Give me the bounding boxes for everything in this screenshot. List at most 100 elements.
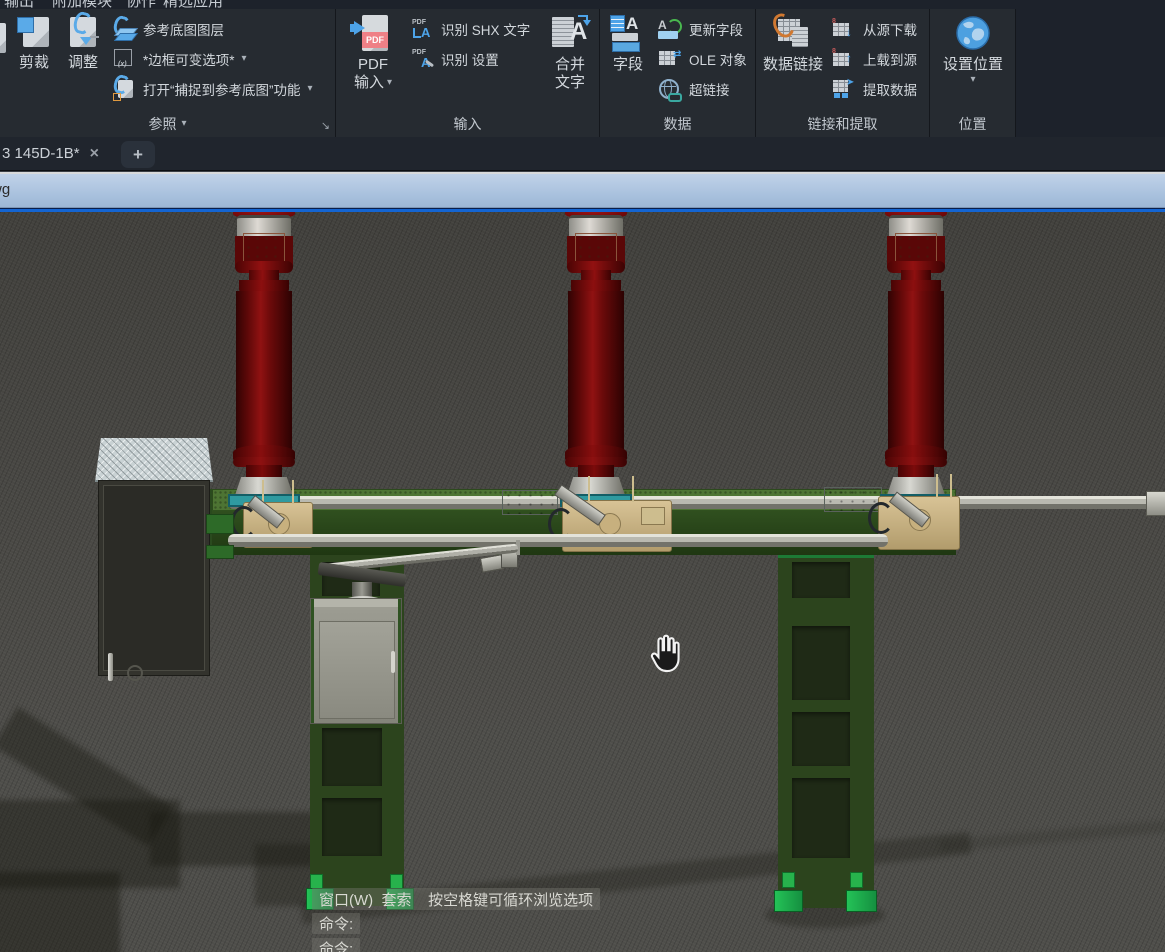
combine-text-icon: A <box>552 15 591 51</box>
adjust-icon <box>66 10 100 49</box>
clip-button[interactable]: 剪裁 <box>12 15 56 72</box>
file-tab-active[interactable]: 3 145D-1B* × <box>0 137 109 170</box>
leg-foot-tab <box>782 872 795 888</box>
clipped-edge-icon <box>0 23 6 57</box>
recognize-shx-item[interactable]: PDF A 识别 SHX 文字 <box>412 14 548 44</box>
mech-cable <box>868 502 894 534</box>
frames-vary-icon: (x) <box>112 48 136 70</box>
clip-label: 剪裁 <box>18 54 49 71</box>
underlay-layers-icon <box>111 14 139 41</box>
document-title-text: wg <box>0 181 11 198</box>
ribbon-tab-collaborate[interactable]: 协作 <box>126 0 156 9</box>
file-tab-label: 3 145D-1B* <box>2 145 80 162</box>
globe-icon <box>956 16 990 50</box>
update-field-icon: A <box>658 18 682 40</box>
ribbon: 输出 附加模块 协作 精选应用 剪裁 调整 参考底图图层 (x) *边框可变选项… <box>0 0 1165 137</box>
download-from-source-item[interactable]: 8 ↓ 从源下载 <box>832 14 928 44</box>
upload-to-source-item[interactable]: 8 ↑ 上载到源 <box>832 44 928 74</box>
data-link-icon <box>769 10 812 51</box>
hyperlink-icon <box>658 78 682 102</box>
adjust-label: 调整 <box>67 54 98 71</box>
extract-data-icon: ➤ <box>832 78 856 100</box>
pdf-import-button[interactable]: PDF PDF 输入 ▾ <box>344 15 402 92</box>
ribbon-tab-output[interactable]: 输出 <box>4 0 34 9</box>
mech-pin <box>292 480 294 504</box>
data-link-button[interactable]: 数据链接 <box>760 10 826 74</box>
leg-foot <box>846 890 877 912</box>
caret-down-icon: ▾ <box>386 77 393 88</box>
command-line-echo: 命令: <box>312 938 361 952</box>
field-icon: A <box>610 15 646 52</box>
hyperlink-item[interactable]: 超链接 <box>658 74 754 104</box>
dialog-launcher-icon[interactable]: ↘ <box>321 119 330 132</box>
cabinet-bracket <box>206 545 234 559</box>
ribbon-tab-featured-apps[interactable]: 精选应用 <box>163 0 223 9</box>
panel-import-footer[interactable]: 输入 <box>336 111 599 137</box>
caret-down-icon: ▾ <box>970 74 976 85</box>
cabinet-handle <box>108 653 113 681</box>
clip-icon <box>17 15 51 49</box>
autocad-window: 输出 附加模块 协作 精选应用 剪裁 调整 参考底图图层 (x) *边框可变选项… <box>0 0 1165 952</box>
command-line-echo: 命令: <box>312 913 361 934</box>
file-tab-bar: 3 145D-1B* × + <box>0 137 1165 171</box>
rod-coupler <box>1146 491 1165 516</box>
snap-to-underlay-icon <box>111 73 136 101</box>
update-field-item[interactable]: A 更新字段 <box>658 14 754 44</box>
cabinet-bracket <box>206 514 234 534</box>
ribbon-panels: 剪裁 调整 参考底图图层 (x) *边框可变选项* ▾ 打开“捕捉到参考底图”功… <box>0 9 1016 137</box>
cabinet-door <box>103 485 205 671</box>
recognition-settings-icon: PDF A <box>412 48 435 70</box>
mech-pin <box>632 476 634 502</box>
panel-import: PDF PDF 输入 ▾ PDF A 识别 SHX 文字 PDF 识别 设置 A… <box>336 9 600 137</box>
operating-rod-upper[interactable] <box>228 496 1165 509</box>
download-from-source-icon: 8 ↓ <box>832 18 852 39</box>
caret-down-icon: ▾ <box>307 83 313 94</box>
combine-text-button[interactable]: A 合并 文字 <box>546 15 594 92</box>
panel-reference-footer[interactable]: 参照 ▾ <box>0 111 335 137</box>
operator-cabinet-handle <box>391 651 395 673</box>
snap-to-underlay-item[interactable]: 打开“捕捉到参考底图”功能 ▾ <box>111 73 334 104</box>
mech-pin <box>588 476 590 502</box>
ribbon-tab-addins[interactable]: 附加模块 <box>52 0 112 9</box>
document-titlebar: wg <box>0 174 1165 208</box>
mech-pin <box>950 474 952 498</box>
titlebar-accent-line <box>0 208 1165 212</box>
panel-location: 设置位置 ▾ 位置 <box>930 9 1016 137</box>
new-tab-button[interactable]: + <box>121 141 155 168</box>
right-support-leg[interactable] <box>778 552 874 908</box>
leg-foot-tab <box>850 872 863 888</box>
operator-cabinet-door <box>319 621 395 719</box>
upload-to-source-icon: 8 ↑ <box>832 48 852 66</box>
ribbon-tab-row: 输出 附加模块 协作 精选应用 <box>0 0 1165 9</box>
insulator-column-center[interactable] <box>560 212 632 508</box>
extract-data-item[interactable]: ➤ 提取数据 <box>832 74 928 104</box>
operating-rod-lower[interactable] <box>228 534 888 547</box>
drawing-viewport[interactable]: 窗口(W) 套索 按空格键可循环浏览选项 命令: 命令: <box>0 212 1165 952</box>
ole-object-item[interactable]: ⇄ OLE 对象 <box>658 44 754 74</box>
insulator-column-right[interactable] <box>880 212 952 508</box>
leg-foot <box>774 890 803 912</box>
panel-link-extract: 数据链接 8 ↓ 从源下载 8 ↑ 上载到源 ➤ 提取数据 链接和提取 <box>756 9 930 137</box>
field-button[interactable]: A 字段 <box>605 15 651 74</box>
mech-pin <box>936 474 938 498</box>
operator-cabinet[interactable] <box>310 598 402 724</box>
panel-link-extract-footer[interactable]: 链接和提取 <box>756 111 929 137</box>
control-cabinet[interactable] <box>98 480 210 681</box>
underlay-layers-item[interactable]: 参考底图图层 <box>111 14 334 44</box>
insulator-column-left[interactable] <box>228 212 300 508</box>
beam-bracket <box>502 490 558 515</box>
frames-vary-item[interactable]: (x) *边框可变选项* ▾ <box>112 44 334 74</box>
recognition-settings-item[interactable]: PDF A 识别 设置 <box>412 44 548 74</box>
recognize-shx-icon: PDF A <box>412 19 431 40</box>
ole-object-icon: ⇄ <box>658 48 682 70</box>
close-icon[interactable]: × <box>90 145 99 163</box>
panel-location-footer[interactable]: 位置 <box>930 111 1015 137</box>
cabinet-emblem <box>127 665 143 681</box>
control-cabinet-top <box>95 438 213 482</box>
set-location-button[interactable]: 设置位置 ▾ <box>933 15 1013 85</box>
pdf-import-icon: PDF <box>350 15 390 51</box>
adjust-button[interactable]: 调整 <box>61 10 105 72</box>
caret-down-icon: ▾ <box>181 118 187 129</box>
panel-data-footer[interactable]: 数据 <box>600 111 755 137</box>
panel-data: A 字段 A 更新字段 ⇄ OLE 对象 超链接 数据 <box>600 9 756 137</box>
